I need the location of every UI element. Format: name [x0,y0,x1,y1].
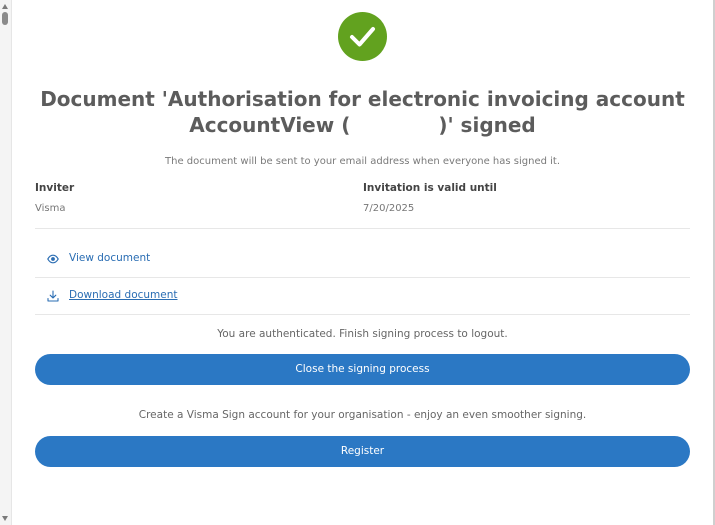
register-promo-text: Create a Visma Sign account for your org… [138,409,587,421]
scroll-down-arrow-icon[interactable] [2,516,8,521]
scroll-up-arrow-icon[interactable] [2,4,8,9]
checkmark-icon [338,12,387,61]
vertical-scrollbar[interactable] [0,0,12,525]
inviter-label: Inviter [35,182,75,194]
download-document-label[interactable]: Download document [69,289,178,301]
email-notice: The document will be sent to your email … [165,156,560,167]
download-document-link[interactable]: Download document [35,281,690,311]
scrollbar-thumb[interactable] [2,12,8,25]
divider [35,277,690,278]
view-document-link[interactable]: View document [35,244,690,274]
page-title: Document 'Authorisation for electronic i… [40,87,685,137]
inviter-value: Visma [35,203,66,214]
divider [35,314,690,315]
validity-label: Invitation is valid until [363,182,497,194]
close-signing-button[interactable]: Close the signing process [35,354,690,385]
validity-value: 7/20/2025 [363,203,415,214]
download-icon [47,290,59,302]
register-button[interactable]: Register [35,436,690,467]
eye-icon [47,254,59,264]
divider [35,228,690,229]
authenticated-notice: You are authenticated. Finish signing pr… [217,328,508,340]
view-document-label[interactable]: View document [69,252,150,264]
